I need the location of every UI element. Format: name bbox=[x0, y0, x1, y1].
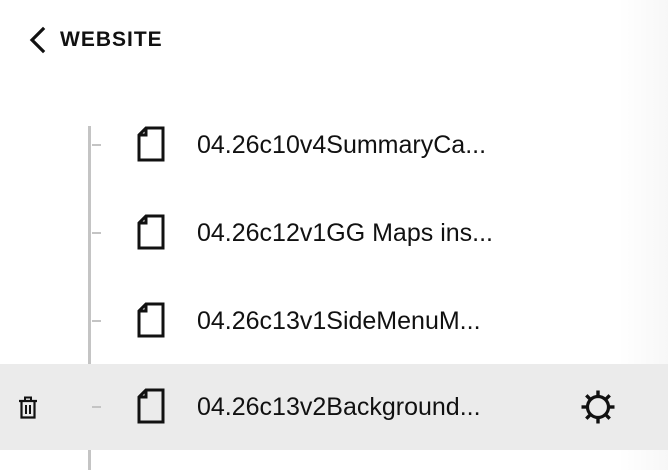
page-title[interactable]: 04.26c10v4SummaryCa... bbox=[197, 130, 486, 160]
tree-branch-tick bbox=[92, 232, 101, 234]
page-list-item[interactable]: 04.26c13v1SideMenuM... bbox=[0, 278, 668, 364]
tree-branch-tick bbox=[92, 406, 101, 408]
page-list-item[interactable]: 04.26c10v4SummaryCa... bbox=[0, 102, 668, 188]
page-icon bbox=[137, 126, 165, 162]
tree-branch-tick bbox=[92, 144, 101, 146]
back-label: WEBSITE bbox=[60, 28, 163, 51]
chevron-left-icon bbox=[29, 26, 46, 54]
page-icon bbox=[137, 214, 165, 250]
page-title[interactable]: 04.26c12v1GG Maps ins... bbox=[197, 218, 493, 248]
page-title[interactable]: 04.26c13v2Background... bbox=[197, 392, 481, 422]
page-list-item[interactable]: 04.26c12v1GG Maps ins... bbox=[0, 190, 668, 276]
trash-icon[interactable] bbox=[17, 396, 39, 420]
gear-icon[interactable] bbox=[579, 388, 617, 426]
tree-branch-tick bbox=[92, 320, 101, 322]
back-to-website-button[interactable]: WEBSITE bbox=[26, 24, 163, 56]
page-list-item-selected[interactable]: 04.26c13v2Background... bbox=[0, 364, 668, 450]
page-icon bbox=[137, 302, 165, 338]
page-icon bbox=[137, 388, 165, 424]
page-title[interactable]: 04.26c13v1SideMenuM... bbox=[197, 306, 481, 336]
